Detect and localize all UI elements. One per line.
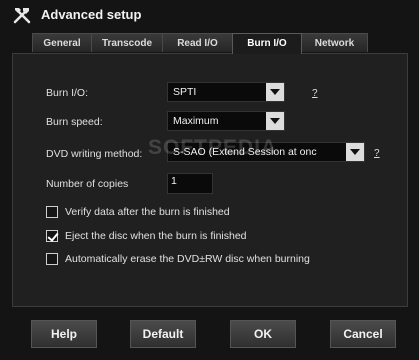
tab-general[interactable]: General	[32, 33, 92, 52]
burn-speed-value: Maximum	[173, 115, 219, 127]
eject-option[interactable]: Eject the disc when the burn is finished	[46, 228, 247, 244]
burn-io-label: Burn I/O:	[46, 87, 89, 99]
tab-network[interactable]: Network	[301, 33, 368, 52]
dvd-writing-method-value: S-SAO (Extend Session at onc	[173, 146, 317, 158]
verify-option[interactable]: Verify data after the burn is finished	[46, 204, 230, 220]
auto-erase-checkbox[interactable]	[46, 253, 58, 265]
ok-button[interactable]: OK	[230, 320, 296, 348]
tools-icon	[13, 8, 31, 24]
triangle-down-icon[interactable]	[346, 143, 364, 161]
tab-transcode[interactable]: Transcode	[91, 33, 163, 52]
eject-checkbox[interactable]	[46, 230, 58, 242]
dvd-writing-method-select[interactable]: S-SAO (Extend Session at onc	[167, 142, 365, 162]
burn-speed-label: Burn speed:	[46, 116, 103, 128]
eject-option-label: Eject the disc when the burn is finished	[65, 230, 247, 242]
burn-speed-select[interactable]: Maximum	[167, 111, 285, 131]
cancel-button[interactable]: Cancel	[330, 320, 396, 348]
title-bar: Advanced setup	[0, 0, 419, 30]
auto-erase-option-label: Automatically erase the DVD±RW disc when…	[65, 253, 310, 265]
tab-read-io[interactable]: Read I/O	[162, 33, 233, 52]
burn-io-value: SPTI	[173, 86, 197, 98]
help-button[interactable]: Help	[31, 320, 97, 348]
triangle-down-icon[interactable]	[266, 112, 284, 130]
verify-checkbox[interactable]	[46, 206, 58, 218]
copies-label: Number of copies	[46, 178, 129, 190]
tab-bar: General Transcode Read I/O Burn I/O Netw…	[32, 33, 368, 54]
triangle-down-icon[interactable]	[266, 83, 284, 101]
verify-option-label: Verify data after the burn is finished	[65, 206, 230, 218]
dvd-writing-method-label: DVD writing method:	[46, 148, 143, 160]
burn-io-select[interactable]: SPTI	[167, 82, 285, 102]
burn-io-help-link[interactable]: ?	[312, 88, 318, 99]
window-title: Advanced setup	[41, 7, 142, 22]
default-button[interactable]: Default	[130, 320, 196, 348]
dvd-writing-method-help-link[interactable]: ?	[374, 148, 380, 159]
tab-burn-io[interactable]: Burn I/O	[232, 33, 302, 54]
auto-erase-option[interactable]: Automatically erase the DVD±RW disc when…	[46, 251, 310, 267]
copies-input[interactable]: 1	[167, 173, 213, 194]
